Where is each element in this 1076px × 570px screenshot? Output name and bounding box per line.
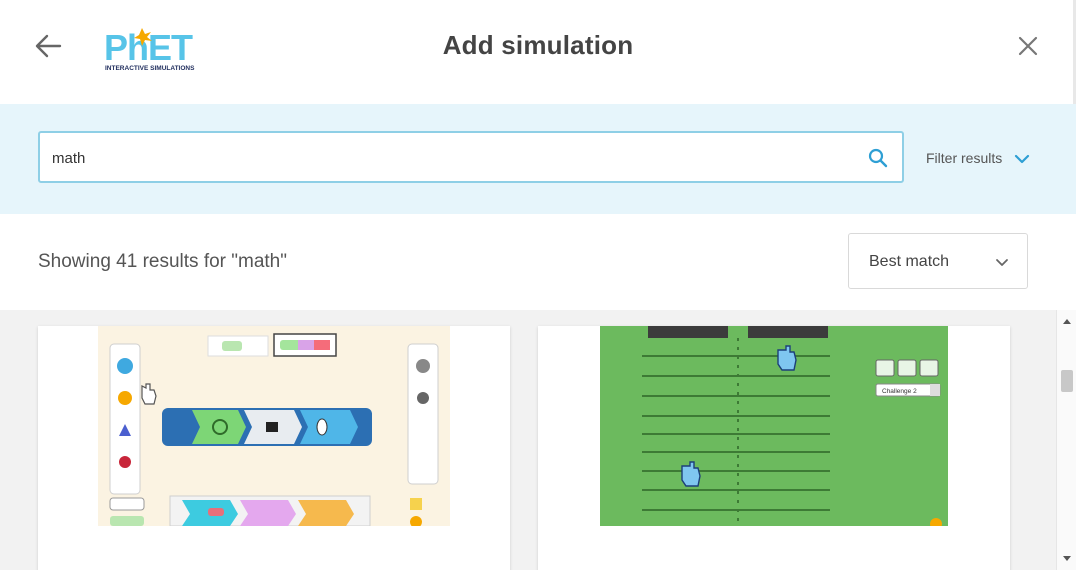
dialog-title: Add simulation [442,30,634,60]
search-icon[interactable] [866,146,890,170]
chevron-down-icon [996,259,1008,266]
chevron-down-icon[interactable] [1012,149,1032,169]
scrollbar-thumb[interactable] [1061,370,1073,392]
simulation-thumbnail[interactable] [98,326,450,526]
results-grid: Challenge 2 [0,310,1056,570]
scrollbar[interactable] [1056,310,1076,570]
search-input[interactable]: math [38,131,904,183]
close-icon[interactable] [1010,28,1046,64]
search-input-value: math [52,150,86,167]
results-bar: Showing 41 results for "math" Best match [0,214,1076,310]
search-section: math Filter results [0,104,1076,214]
simulation-card[interactable] [38,326,510,570]
dialog-header: PhET INTERACTIVE SIMULATIONS Add simulat… [0,0,1076,104]
simulation-thumbnail[interactable]: Challenge 2 [600,326,948,526]
filter-results-button[interactable]: Filter results [926,150,1002,166]
simulation-card[interactable]: Challenge 2 [538,326,1010,570]
svg-text:Challenge 2: Challenge 2 [882,388,917,395]
sort-value: Best match [869,253,950,270]
sort-dropdown[interactable]: Best match [848,233,1028,289]
svg-text:INTERACTIVE SIMULATIONS: INTERACTIVE SIMULATIONS [105,65,195,72]
scroll-up-icon[interactable] [1057,312,1076,332]
results-count: Showing 41 results for "math" [38,251,287,272]
scroll-down-icon[interactable] [1057,548,1076,568]
